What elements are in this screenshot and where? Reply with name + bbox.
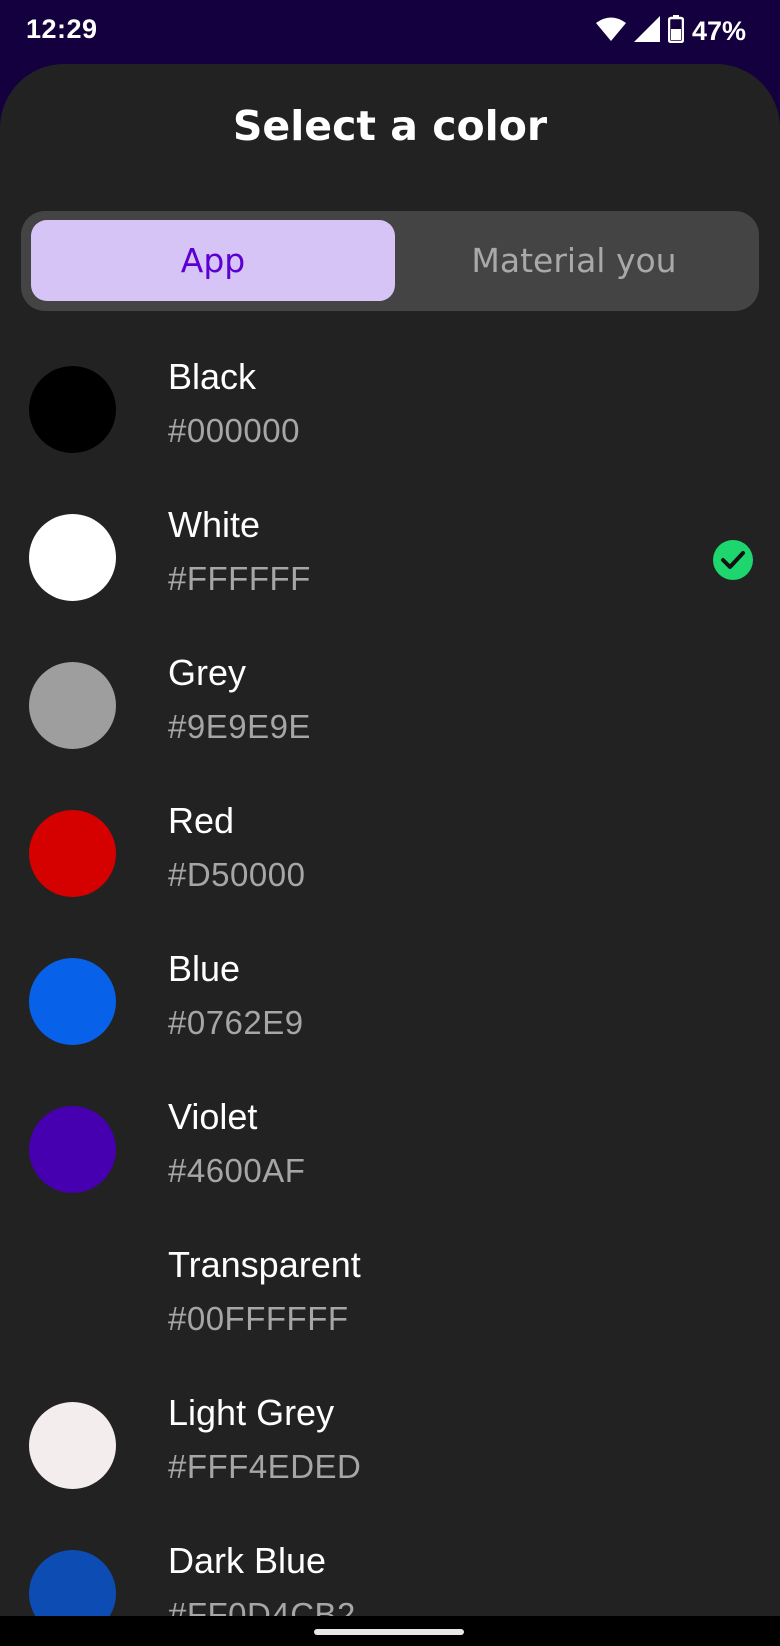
tab-material-you[interactable]: Material you — [395, 220, 753, 301]
color-swatch — [29, 1106, 116, 1193]
color-row[interactable]: Violet #4600AF — [0, 1094, 780, 1242]
selected-check-icon — [712, 539, 754, 581]
color-hex: #FFF4EDED — [168, 1448, 362, 1485]
color-name: White — [168, 504, 261, 545]
color-hex: #FFFFFF — [168, 560, 311, 597]
color-swatch — [29, 366, 116, 453]
color-name: Black — [168, 356, 257, 397]
color-name: Violet — [168, 1096, 258, 1137]
color-picker-sheet: Select a color App Material you Black #00… — [0, 64, 780, 1646]
color-name: Blue — [168, 948, 241, 989]
color-hex: #000000 — [168, 412, 300, 449]
color-list: Black #000000 White #FFFFFF Grey #9E9E9E Red #D… — [0, 354, 780, 1646]
color-swatch — [29, 1402, 116, 1489]
color-hex: #0762E9 — [168, 1004, 304, 1041]
status-time: 12:29 — [26, 14, 98, 44]
home-gesture-handle[interactable] — [314, 1629, 464, 1635]
color-row[interactable]: Transparent #00FFFFFF — [0, 1242, 780, 1390]
color-swatch — [29, 1254, 116, 1341]
color-name: Transparent — [168, 1244, 361, 1285]
navigation-bar — [0, 1616, 780, 1646]
color-swatch — [29, 662, 116, 749]
color-hex: #9E9E9E — [168, 708, 311, 745]
status-icons: 47% — [595, 15, 746, 47]
battery-percent: 47% — [691, 15, 746, 46]
color-name: Red — [168, 800, 235, 841]
color-hex: #00FFFFFF — [168, 1300, 349, 1337]
color-row[interactable]: Red #D50000 — [0, 798, 780, 946]
color-hex: #4600AF — [168, 1152, 306, 1189]
color-row[interactable]: White #FFFFFF — [0, 502, 780, 650]
cell-signal-icon — [633, 16, 660, 46]
color-row[interactable]: Grey #9E9E9E — [0, 650, 780, 798]
color-name: Dark Blue — [168, 1540, 327, 1581]
battery-icon — [667, 15, 685, 47]
color-row[interactable]: Light Grey #FFF4EDED — [0, 1390, 780, 1538]
color-name: Light Grey — [168, 1392, 335, 1433]
tab-app[interactable]: App — [31, 220, 395, 301]
color-swatch — [29, 958, 116, 1045]
color-hex: #D50000 — [168, 856, 306, 893]
color-swatch — [29, 514, 116, 601]
color-name: Grey — [168, 652, 247, 693]
wifi-icon — [595, 16, 626, 46]
status-bar: 12:29 47% — [0, 0, 780, 64]
palette-tabs: App Material you — [21, 211, 759, 311]
sheet-title: Select a color — [232, 102, 548, 150]
color-row[interactable]: Blue #0762E9 — [0, 946, 780, 1094]
color-swatch — [29, 810, 116, 897]
color-row[interactable]: Black #000000 — [0, 354, 780, 502]
